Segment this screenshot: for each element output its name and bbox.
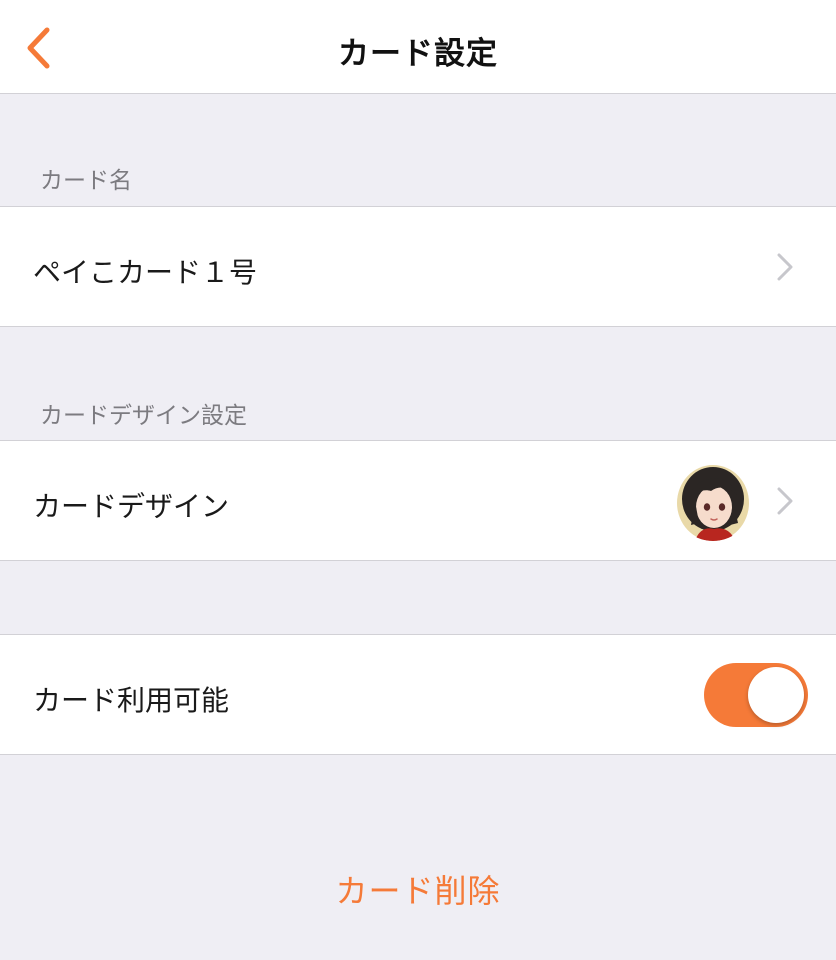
card-design-cell[interactable]: カードデザイン [0,440,836,561]
section-header-card-name: カード名 [40,168,132,194]
delete-card-button[interactable]: カード削除 [0,866,836,912]
character-avatar-icon [673,461,753,541]
card-enabled-toggle[interactable] [704,663,808,727]
navigation-bar: カード設定 [0,0,836,94]
chevron-right-icon [777,487,793,515]
chevron-right-icon [777,253,793,281]
card-name-value: ペイこカード１号 [33,256,258,289]
card-design-label: カードデザイン [33,490,230,523]
card-design-thumbnail [673,461,753,541]
card-settings-screen: カード設定 カード名 ペイこカード１号 カードデザイン設定 カードデザイン カー… [0,0,836,960]
page-title: カード設定 [338,36,498,72]
card-name-cell[interactable]: ペイこカード１号 [0,206,836,327]
toggle-knob[interactable] [748,667,804,723]
card-enabled-label: カード利用可能 [33,684,230,717]
section-header-card-design: カードデザイン設定 [40,403,247,429]
card-enabled-cell: カード利用可能 [0,634,836,755]
